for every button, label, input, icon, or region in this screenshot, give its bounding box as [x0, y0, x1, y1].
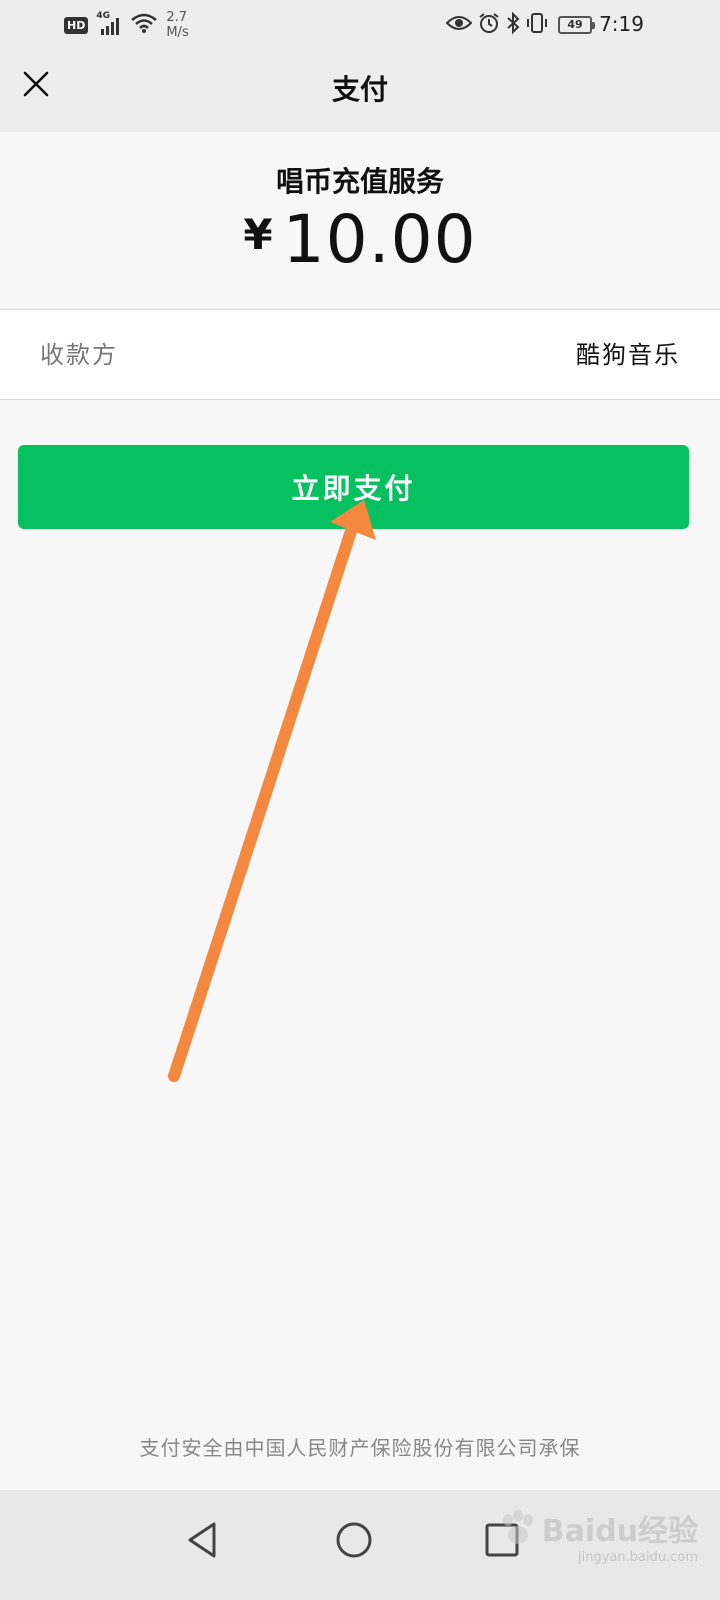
close-button[interactable] [14, 62, 58, 106]
paw-icon [502, 1510, 533, 1544]
status-time: 7:19 [599, 12, 644, 36]
payee-value: 酷狗音乐 [576, 341, 680, 369]
amount-row: ¥10.00 [0, 204, 720, 284]
close-icon [23, 71, 49, 97]
nav-back-button[interactable] [170, 1508, 234, 1572]
vibrate-icon [526, 12, 548, 38]
eye-icon [445, 14, 473, 36]
home-icon [336, 1522, 372, 1558]
bluetooth-icon [506, 11, 520, 38]
watermark-url: jingyan.baidu.com [578, 1550, 698, 1565]
baidu-watermark: Baidu经验 [498, 1506, 698, 1550]
status-bar: HD 4G 2.7 M/s 49 7:19 [0, 0, 720, 48]
status-right-group: 49 [445, 10, 595, 40]
watermark-text: Baidu经验 [541, 1514, 698, 1549]
cellular-signal-icon: 4G [96, 11, 122, 37]
insurance-note: 支付安全由中国人民财产保险股份有限公司承保 [139, 1436, 581, 1460]
speed-unit: M/s [166, 25, 189, 40]
alarm-icon [478, 12, 500, 38]
title-bar: 支付 [0, 48, 720, 132]
nav-home-button[interactable] [322, 1508, 386, 1572]
page-title: 支付 [331, 73, 388, 106]
currency-symbol: ¥ [243, 210, 273, 259]
back-icon [188, 1522, 216, 1558]
battery-icon: 49 [558, 16, 595, 34]
network-speed: 2.7 M/s [166, 10, 198, 40]
payee-row: 收款方 酷狗音乐 [0, 310, 720, 400]
wifi-icon [130, 12, 158, 38]
service-name: 唱币充值服务 [275, 165, 444, 198]
status-left-group: HD 4G 2.7 M/s [64, 10, 198, 40]
hd-badge: HD [64, 16, 89, 34]
amount-section: 唱币充值服务 ¥10.00 [0, 132, 720, 310]
pay-now-button[interactable]: 立即支付 [18, 445, 689, 529]
speed-value: 2.7 [166, 10, 188, 25]
payee-label: 收款方 [40, 341, 118, 369]
amount-value: 10.00 [282, 201, 477, 278]
